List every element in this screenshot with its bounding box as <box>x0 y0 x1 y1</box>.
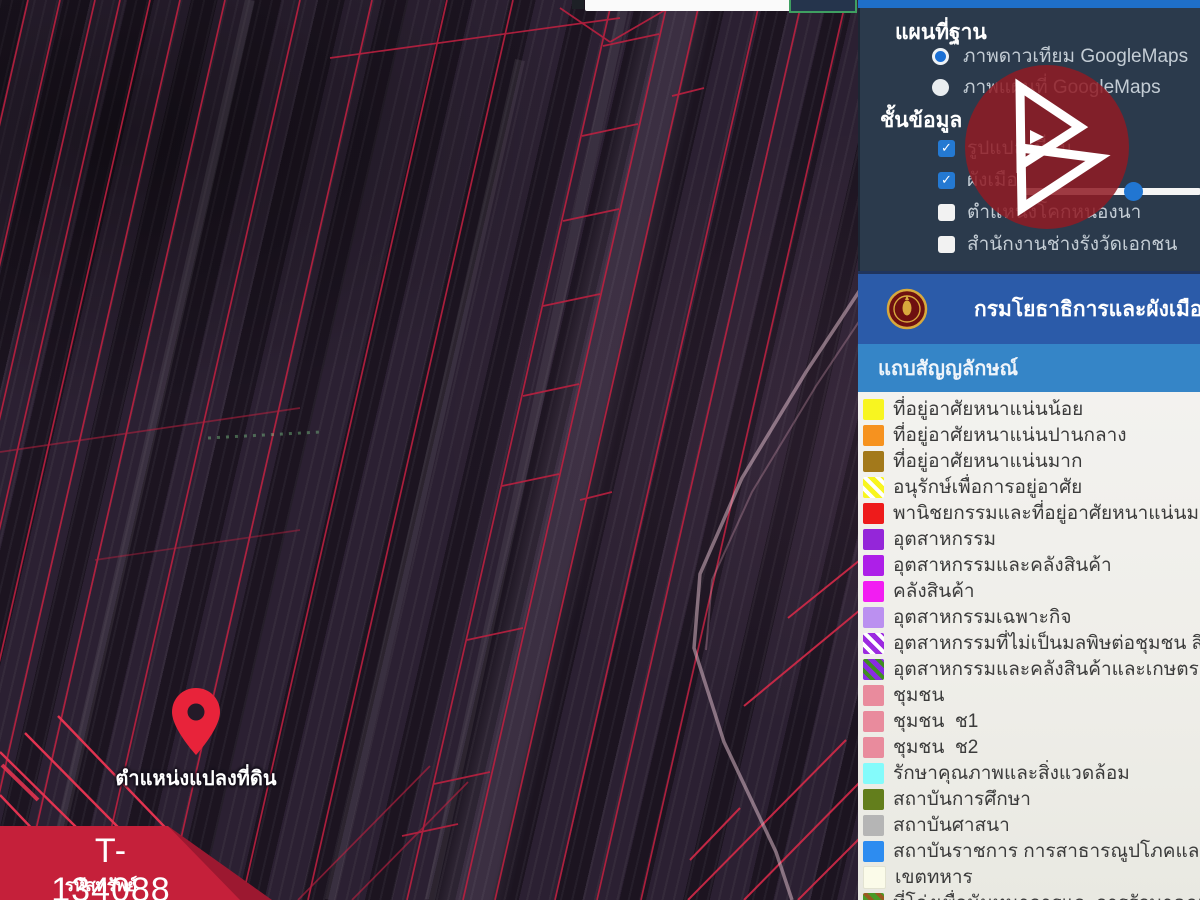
legend-item: ชุมชน ช2 <box>863 734 1200 760</box>
radio-icon[interactable] <box>932 79 949 96</box>
legend-item: ที่อยู่อาศัยหนาแน่นน้อย <box>863 396 1200 422</box>
legend-label: ชุมชน ช2 <box>893 734 978 760</box>
legend-item: เขตทหาร <box>863 864 1200 890</box>
checkbox-icon[interactable]: ✓ <box>938 140 955 157</box>
base-map-option[interactable]: ภาพแผนที่ GoogleMaps <box>932 75 1161 99</box>
checkbox-label: สำนักงานช่างรังวัดเอกชน <box>967 229 1177 259</box>
legend-label: อุตสาหกรรมที่ไม่เป็นมลพิษต่อชุมชน สิ่งแว… <box>893 630 1200 656</box>
location-pin-icon <box>172 688 220 755</box>
legend-item: อนุรักษ์เพื่อการอยู่อาศัย <box>863 474 1200 500</box>
opacity-slider-handle[interactable] <box>1124 182 1143 201</box>
legend-item: สถาบันศาสนา <box>863 812 1200 838</box>
department-seal-icon <box>886 288 928 330</box>
opacity-slider[interactable] <box>1020 188 1200 195</box>
legend-item: อุตสาหกรรมที่ไม่เป็นมลพิษต่อชุมชน สิ่งแว… <box>863 630 1200 656</box>
layer-checkbox-row[interactable]: ✓ สำนักงานช่างรังวัดเอกชน <box>938 232 1177 256</box>
legend-header: แถบสัญญลักษณ์ <box>858 344 1200 392</box>
legend-swatch <box>863 503 884 524</box>
layer-checkbox-row[interactable]: ✓ รูปแปลงที่ดิน <box>938 136 1072 160</box>
legend-label: อุตสาหกรรมและคลังสินค้า <box>893 552 1112 578</box>
legend-item: อุตสาหกรรมเฉพาะกิจ <box>863 604 1200 630</box>
legend-swatch <box>863 555 884 576</box>
legend-swatch <box>863 815 884 836</box>
legend-swatch <box>863 841 884 862</box>
checkbox-label: ผังเมือง <box>967 165 1027 195</box>
legend-swatch <box>863 685 884 706</box>
top-toolbar-button[interactable] <box>789 0 857 13</box>
checkbox-label: รูปแปลงที่ดิน <box>967 133 1072 163</box>
legend-label: ที่อยู่อาศัยหนาแน่นน้อย <box>893 396 1083 422</box>
legend-item: อุตสาหกรรมและคลังสินค้า <box>863 552 1200 578</box>
legend-swatch <box>863 399 884 420</box>
legend-label: ชุมชน ช1 <box>893 708 978 734</box>
search-input[interactable] <box>585 0 795 11</box>
checkbox-icon[interactable]: ✓ <box>938 204 955 221</box>
legend-item: ที่อยู่อาศัยหนาแน่นมาก <box>863 448 1200 474</box>
legend-label: ที่อยู่อาศัยหนาแน่นมาก <box>893 448 1082 474</box>
radio-label: ภาพดาวเทียม GoogleMaps <box>963 41 1188 71</box>
legend-item: พานิชยกรรมและที่อยู่อาศัยหนาแน่นมาก <box>863 500 1200 526</box>
legend-item: ชุมชน ช1 <box>863 708 1200 734</box>
legend-label: เขตทหาร <box>895 864 973 890</box>
legend-label: อนุรักษ์เพื่อการอยู่อาศัย <box>893 474 1082 500</box>
legend-swatch <box>863 633 884 654</box>
checkbox-label: ตำแหน่งโคกหนองนา <box>967 197 1141 227</box>
department-title: กรมโยธาธิการและผังเมืองร่วม <box>974 293 1200 326</box>
legend-item: รักษาคุณภาพและสิ่งแวดล้อม <box>863 760 1200 786</box>
legend-swatch <box>863 451 884 472</box>
search-tab <box>572 0 584 9</box>
legend-swatch <box>863 659 884 680</box>
legend-item: ที่อยู่อาศัยหนาแน่นปานกลาง <box>863 422 1200 448</box>
legend-item: คลังสินค้า <box>863 578 1200 604</box>
layers-heading: ชั้นข้อมูล <box>880 104 962 137</box>
legend-item: ที่โล่งเพื่อนันทนาการและการรักษาคุณภาพสิ… <box>863 890 1200 900</box>
layer-checkbox-row[interactable]: ✓ ผังเมือง <box>938 168 1027 192</box>
legend-swatch <box>863 581 884 602</box>
legend-swatch <box>863 866 886 889</box>
legend-swatch <box>863 607 884 628</box>
property-badge: T-134088 รหัสทรัพย์ <box>0 826 290 900</box>
legend-label: ชุมชน <box>893 682 944 708</box>
legend-swatch <box>863 477 884 498</box>
property-code-caption: รหัสทรัพย์ <box>36 872 166 899</box>
legend-label: สถาบันราชการ การสาธารณูปโภคและสาธารณูปกา… <box>893 838 1200 864</box>
legend-item: อุตสาหกรรม <box>863 526 1200 552</box>
legend-label: สถาบันการศึกษา <box>893 786 1031 812</box>
app-window: ตำแหน่งแปลงที่ดิน T-134088 รหัสทรัพย์ แผ… <box>0 0 1200 900</box>
legend-label: ที่อยู่อาศัยหนาแน่นปานกลาง <box>893 422 1127 448</box>
checkbox-icon[interactable]: ✓ <box>938 236 955 253</box>
legend-swatch <box>863 529 884 550</box>
legend-item: สถาบันการศึกษา <box>863 786 1200 812</box>
legend-label: อุตสาหกรรม <box>893 526 996 552</box>
layer-checkbox-row[interactable]: ✓ ตำแหน่งโคกหนองนา <box>938 200 1141 224</box>
legend-label: พานิชยกรรมและที่อยู่อาศัยหนาแน่นมาก <box>893 500 1200 526</box>
legend-swatch <box>863 737 884 758</box>
legend-item: อุตสาหกรรมและคลังสินค้าและเกษตรกรรม <box>863 656 1200 682</box>
legend-label: ที่โล่งเพื่อนันทนาการและการรักษาคุณภาพสิ… <box>893 890 1200 900</box>
legend-swatch <box>863 789 884 810</box>
legend-swatch <box>863 425 884 446</box>
legend-item: ชุมชน <box>863 682 1200 708</box>
legend-label: คลังสินค้า <box>893 578 975 604</box>
legend-item: สถาบันราชการ การสาธารณูปโภคและสาธารณูปกา… <box>863 838 1200 864</box>
department-bar: กรมโยธาธิการและผังเมืองร่วม <box>858 271 1200 344</box>
legend-label: สถาบันศาสนา <box>893 812 1010 838</box>
pin-label: ตำแหน่งแปลงที่ดิน <box>96 762 296 794</box>
legend-label: รักษาคุณภาพและสิ่งแวดล้อม <box>893 760 1130 786</box>
legend-swatch <box>863 711 884 732</box>
layers-panel: แผนที่ฐาน ภาพดาวเทียม GoogleMaps ภาพแผนท… <box>858 0 1200 900</box>
road-line <box>694 290 872 900</box>
radio-icon[interactable] <box>932 48 949 65</box>
radio-label: ภาพแผนที่ GoogleMaps <box>963 72 1161 102</box>
legend-header-label: แถบสัญญลักษณ์ <box>878 352 1018 384</box>
map-controls-section: แผนที่ฐาน ภาพดาวเทียม GoogleMaps ภาพแผนท… <box>858 8 1200 271</box>
base-map-option[interactable]: ภาพดาวเทียม GoogleMaps <box>932 44 1188 68</box>
zoning-legend: ที่อยู่อาศัยหนาแน่นน้อย ที่อยู่อาศัยหนาแ… <box>858 392 1200 900</box>
checkbox-icon[interactable]: ✓ <box>938 172 955 189</box>
legend-swatch <box>863 893 884 900</box>
legend-label: อุตสาหกรรมเฉพาะกิจ <box>893 604 1071 630</box>
legend-swatch <box>863 763 884 784</box>
legend-label: อุตสาหกรรมและคลังสินค้าและเกษตรกรรม <box>893 656 1200 682</box>
